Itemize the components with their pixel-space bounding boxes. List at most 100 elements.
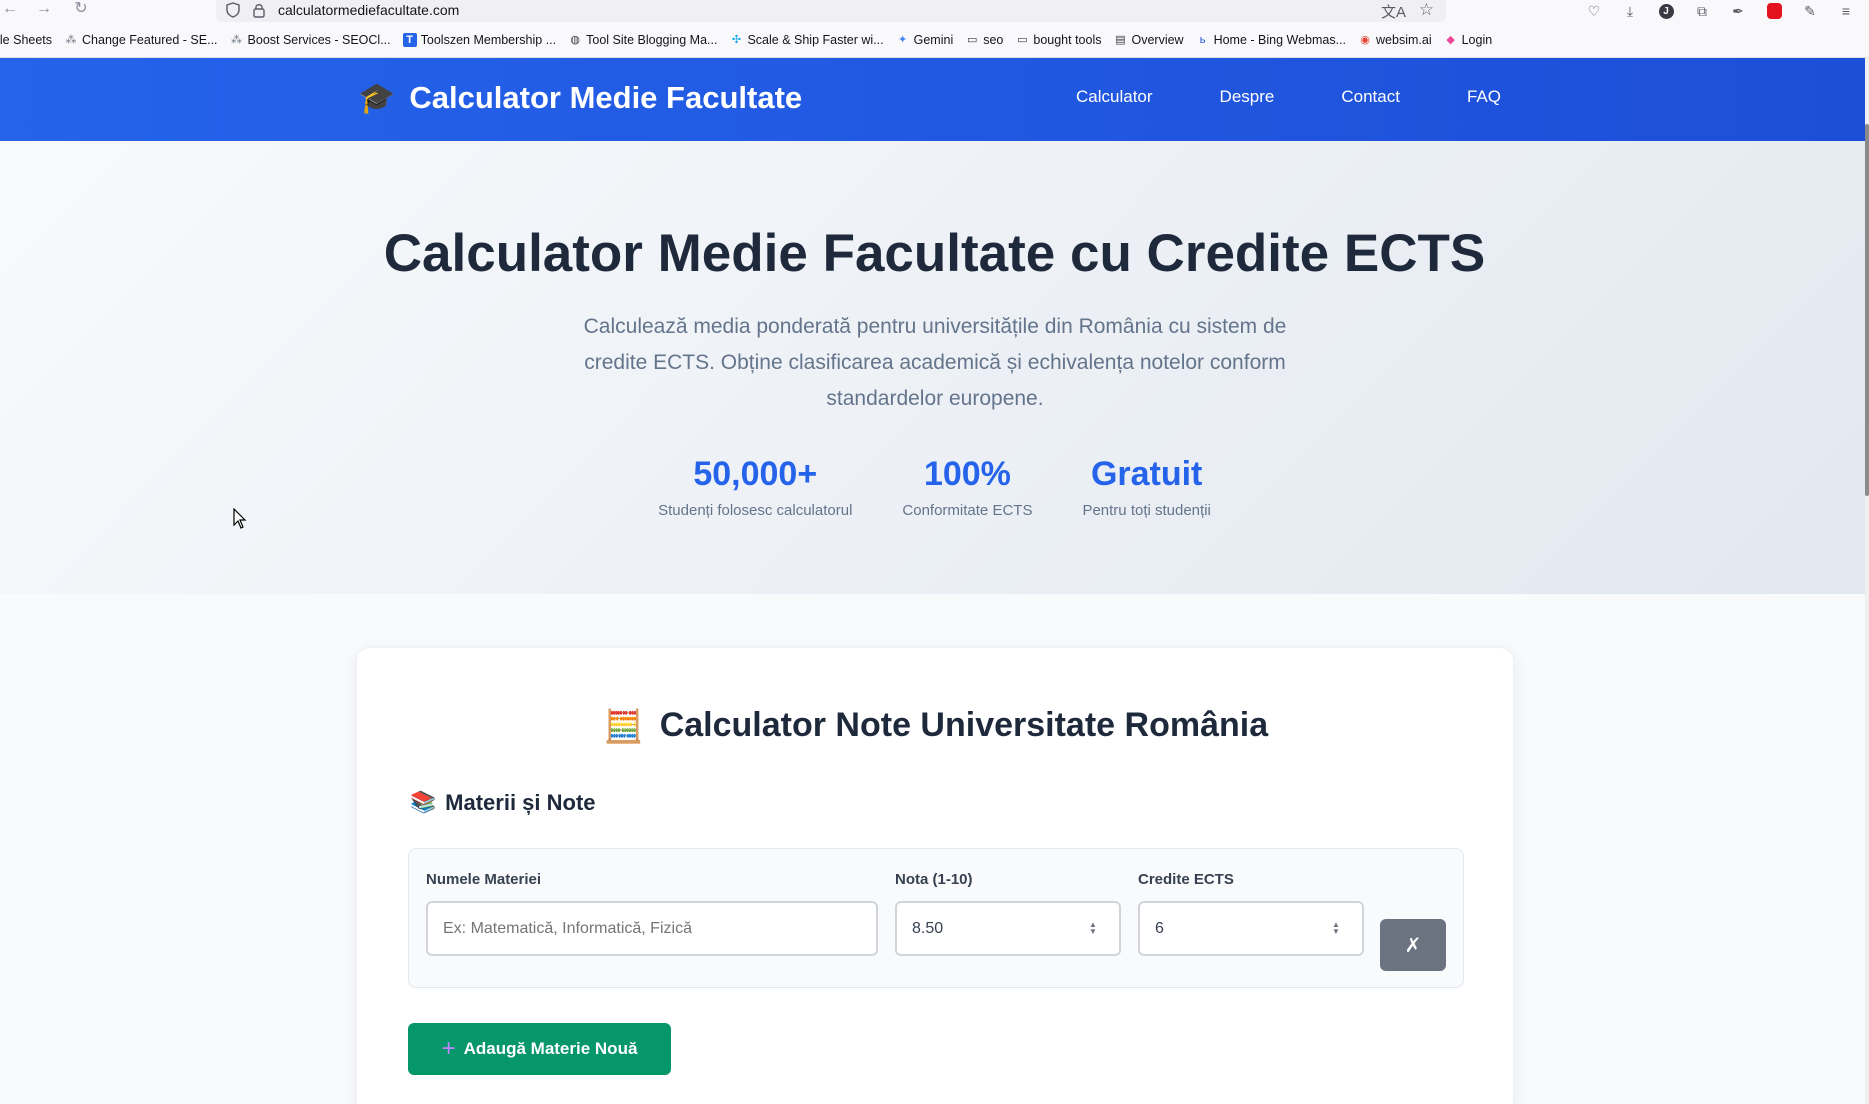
back-arrow-icon[interactable]: ← (0, 0, 20, 20)
stat-label: Pentru toți studenții (1082, 502, 1211, 519)
hero-section: Calculator Medie Facultate cu Credite EC… (0, 141, 1865, 594)
page-scrollbar[interactable] (1865, 58, 1869, 1104)
credits-spinner-icon[interactable]: ▲ ▼ (1329, 921, 1343, 937)
bookmark-item[interactable]: ◉ websim.ai (1358, 32, 1432, 47)
stat-value: 100% (923, 455, 1011, 493)
bookmark-label: Change Featured - SE... (82, 32, 218, 47)
bookmark-label: Tool Site Blogging Ma... (586, 32, 718, 47)
calculator-card: 🧮 Calculator Note Universitate România 📚… (356, 647, 1514, 1104)
stat-label: Conformitate ECTS (902, 502, 1033, 519)
edit-icon[interactable]: ✎ (1799, 1, 1821, 21)
stat-free: Gratuit Pentru toți studenții (1082, 455, 1210, 519)
bookmark-label: bought tools (1033, 32, 1102, 47)
bookmark-label: Overview (1131, 32, 1184, 47)
add-subject-button[interactable]: + Adaugă Materie Nouă (408, 1023, 671, 1075)
downloads-icon[interactable]: ⤓ (1619, 1, 1641, 21)
subject-name-input[interactable] (426, 901, 878, 956)
bookmark-item[interactable]: ▭ bought tools (1015, 33, 1101, 47)
folder-icon: ▭ (1017, 34, 1028, 46)
stat-value: 50,000+ (693, 455, 818, 493)
remove-subject-button[interactable]: ✗ (1380, 919, 1446, 971)
bookmark-item[interactable]: ▭ seo (965, 33, 1003, 47)
bookmark-item[interactable]: T Toolszen Membership ... (402, 32, 557, 47)
stat-label: Studenți folosesc calculatorul (658, 502, 853, 519)
stat-conformity: 100% Conformitate ECTS (902, 455, 1032, 519)
bookmark-label: seo (983, 32, 1004, 47)
subject-name-label: Numele Materiei (426, 871, 542, 888)
credits-label: Credite ECTS (1138, 871, 1234, 888)
bookmark-item[interactable]: ✦ Gemini (896, 32, 954, 47)
bookmark-item[interactable]: ⁂ Change Featured - SE... (64, 33, 218, 47)
stat-students: 50,000+ Studenți folosesc calculatorul (658, 455, 852, 519)
bookmark-item[interactable]: ◍ Tool Site Blogging Ma... (568, 33, 717, 47)
gemini-icon: ✦ (898, 34, 908, 46)
bookmark-star-icon[interactable]: ☆ (1419, 0, 1434, 20)
site-header: 🎓 Calculator Medie Facultate Calculator … (0, 58, 1865, 141)
forward-arrow-icon[interactable]: → (34, 0, 54, 20)
sparkle-icon: ✣ (731, 34, 742, 46)
bookmark-item[interactable]: ь Home - Bing Webmas... (1196, 33, 1346, 47)
bookmark-label: Scale & Ship Faster wi... (747, 32, 884, 47)
calculator-title-text: Calculator Note Universitate România (659, 706, 1269, 744)
folder-icon: ▭ (967, 34, 978, 46)
bookmark-label: Boost Services - SEOCl... (247, 32, 391, 47)
extension-j-icon[interactable]: J (1655, 1, 1677, 21)
browser-toolbar: ← → ↻ calculatormediefacultate.com 文A ☆ … (0, 0, 1869, 22)
stats-row: 50,000+ Studenți folosesc calculatorul 1… (0, 455, 1869, 519)
plus-icon: + (441, 1035, 456, 1062)
globe-icon: ◍ (570, 34, 580, 46)
bookmark-label: Toolszen Membership ... (420, 32, 557, 47)
subjects-section-title: 📚 Materii și Note (410, 790, 596, 816)
scrollbar-thumb[interactable] (1865, 124, 1869, 496)
bookmark-item[interactable]: ▤ Overview (1113, 33, 1183, 47)
reload-icon[interactable]: ↻ (71, 0, 91, 20)
network-icon: ⁂ (65, 34, 77, 46)
pocket-icon[interactable]: ♡ (1583, 1, 1605, 21)
abacus-icon: 🧮 (603, 707, 644, 744)
grade-label: Nota (1-10) (895, 871, 973, 888)
bookmark-label: Login (1461, 32, 1493, 47)
url-text[interactable]: calculatormediefacultate.com (278, 2, 459, 18)
bing-icon: ь (1199, 33, 1206, 46)
books-icon: 📚 (410, 791, 437, 814)
add-subject-label: Adaugă Materie Nouă (463, 1039, 638, 1058)
login-icon: ◆ (1446, 34, 1455, 46)
nav-link-calculator[interactable]: Calculator (1076, 87, 1153, 107)
mouse-cursor-icon (233, 508, 247, 529)
bookmark-item[interactable]: ◆ Login (1444, 32, 1493, 47)
bookmark-label: Home - Bing Webmas... (1213, 32, 1347, 47)
hero-subtitle: Calculează media ponderată pentru univer… (583, 315, 1287, 410)
main-nav: Calculator Despre Contact FAQ (1076, 87, 1568, 107)
address-bar[interactable]: calculatormediefacultate.com 文A ☆ (216, 0, 1446, 22)
bookmark-item[interactable]: ✣ Scale & Ship Faster wi... (729, 32, 884, 47)
ublock-icon[interactable] (1763, 1, 1785, 21)
subjects-section-title-text: Materii și Note (445, 790, 596, 815)
lock-icon[interactable] (252, 2, 266, 18)
translate-icon[interactable]: 文A (1381, 1, 1406, 22)
extension-feather-icon[interactable]: ✒ (1727, 1, 1749, 21)
extensions-icon[interactable]: ⧉ (1691, 1, 1713, 21)
bookmarks-bar: ogle Sheets ⁂ Change Featured - SE... ⁂ Boos… (0, 22, 1869, 58)
websim-icon: ◉ (1360, 34, 1370, 46)
bookmark-item[interactable]: ogle Sheets (0, 33, 52, 47)
bookmark-label: Gemini (913, 32, 954, 47)
nav-link-contact[interactable]: Contact (1341, 87, 1400, 107)
logo-text: Calculator Medie Facultate (409, 80, 803, 115)
overview-icon: ▤ (1115, 34, 1126, 46)
graduation-cap-icon: 🎓 (358, 81, 396, 115)
hero-title: Calculator Medie Facultate cu Credite EC… (383, 224, 1486, 283)
nav-link-despre[interactable]: Despre (1220, 87, 1275, 107)
nav-link-faq[interactable]: FAQ (1467, 87, 1501, 107)
bookmark-label: ogle Sheets (0, 32, 53, 47)
calculator-title: 🧮 Calculator Note Universitate România (357, 706, 1515, 745)
t-badge-icon: T (402, 32, 417, 47)
bookmark-item[interactable]: ⁂ Boost Services - SEOCl... (230, 33, 391, 47)
network-icon: ⁂ (231, 34, 243, 46)
subject-row: Numele Materiei Nota (1-10) ▲▼ Credite E… (408, 848, 1464, 988)
grade-spinner-icon[interactable]: ▲ ▼ (1086, 921, 1100, 937)
bookmark-label: websim.ai (1376, 32, 1432, 47)
shield-icon[interactable] (226, 2, 240, 18)
menu-icon[interactable]: ≡ (1835, 1, 1857, 21)
stat-value: Gratuit (1090, 455, 1203, 493)
site-logo[interactable]: 🎓 Calculator Medie Facultate (358, 80, 802, 116)
